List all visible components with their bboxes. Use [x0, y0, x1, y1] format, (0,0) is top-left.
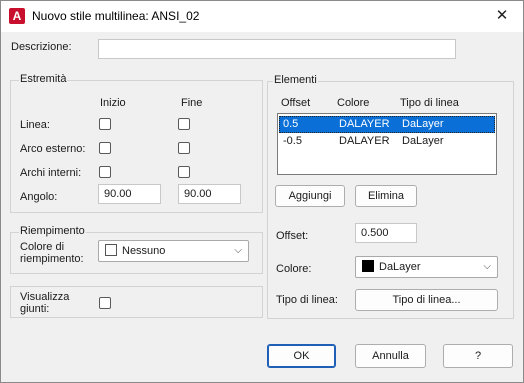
- outer-arc-end-checkbox[interactable]: [178, 142, 190, 154]
- fill-color-value: Nessuno: [122, 245, 166, 257]
- list-item[interactable]: -0.5 DALAYER DaLayer: [279, 133, 495, 150]
- chevron-down-icon: ⌵: [234, 245, 242, 256]
- color-label: Colore:: [276, 263, 312, 275]
- color-swatch-icon: [105, 244, 117, 256]
- fill-color-dropdown[interactable]: Nessuno ⌵: [98, 240, 249, 262]
- dialog-title: Nuovo stile multilinea: ANSI_02: [32, 9, 200, 23]
- list-item[interactable]: 0.5 DALAYER DaLayer: [279, 116, 495, 133]
- linetype-label: Tipo di linea:: [276, 294, 338, 306]
- outer-arc-start-checkbox[interactable]: [99, 142, 111, 154]
- element-linetype: DaLayer: [402, 135, 444, 147]
- elements-header-linetype: Tipo di linea: [400, 97, 459, 109]
- fill-color-label-line1: Colore di: [20, 241, 65, 253]
- elements-title: Elementi: [273, 74, 318, 86]
- description-input[interactable]: [98, 39, 456, 59]
- elements-header-color: Colore: [337, 97, 370, 109]
- element-color: DALAYER: [339, 118, 390, 130]
- angle-label: Angolo:: [20, 191, 58, 203]
- extremities-title: Estremità: [19, 73, 68, 85]
- offset-input[interactable]: 0.500: [355, 223, 417, 243]
- title-bar: A Nuovo stile multilinea: ANSI_02 ✕: [1, 1, 523, 32]
- outer-arc-label: Arco esterno:: [20, 143, 86, 155]
- show-joints-label-line1: Visualizza: [20, 291, 70, 303]
- fill-title: Riempimento: [19, 225, 86, 237]
- linetype-button[interactable]: Tipo di linea...: [355, 289, 498, 311]
- elements-header-offset: Offset: [281, 97, 311, 109]
- line-end-checkbox[interactable]: [178, 118, 190, 130]
- inner-arcs-end-checkbox[interactable]: [178, 166, 190, 178]
- column-header-start: Inizio: [100, 97, 126, 109]
- color-swatch-icon: [362, 260, 374, 272]
- ok-button[interactable]: OK: [267, 344, 336, 368]
- element-offset: -0.5: [283, 135, 302, 147]
- line-start-checkbox[interactable]: [99, 118, 111, 130]
- description-label: Descrizione:: [11, 41, 72, 53]
- element-color-value: DaLayer: [379, 261, 421, 273]
- close-button[interactable]: ✕: [487, 3, 517, 29]
- element-linetype: DaLayer: [402, 118, 444, 130]
- element-color: DALAYER: [339, 135, 390, 147]
- chevron-down-icon: ⌵: [483, 261, 491, 272]
- autocad-logo-icon: A: [9, 8, 25, 24]
- inner-arcs-label: Archi interni:: [20, 167, 82, 179]
- help-button[interactable]: ?: [443, 344, 513, 368]
- angle-end-input[interactable]: 90.00: [178, 184, 241, 204]
- delete-button[interactable]: Elimina: [355, 185, 417, 207]
- elements-list[interactable]: 0.5 DALAYER DaLayer -0.5 DALAYER DaLayer: [277, 113, 497, 175]
- show-joints-checkbox[interactable]: [99, 297, 111, 309]
- add-button[interactable]: Aggiungi: [275, 185, 345, 207]
- element-color-dropdown[interactable]: DaLayer ⌵: [355, 256, 498, 278]
- fill-color-label-line2: riempimento:: [20, 253, 84, 265]
- inner-arcs-start-checkbox[interactable]: [99, 166, 111, 178]
- line-label: Linea:: [20, 119, 50, 131]
- element-offset: 0.5: [283, 118, 299, 130]
- show-joints-label-line2: giunti:: [20, 303, 50, 315]
- cancel-button[interactable]: Annulla: [355, 344, 426, 368]
- column-header-end: Fine: [181, 97, 203, 109]
- offset-label: Offset:: [276, 230, 309, 242]
- dialog-window: A Nuovo stile multilinea: ANSI_02 ✕ Desc…: [0, 0, 524, 383]
- angle-start-input[interactable]: 90.00: [98, 184, 161, 204]
